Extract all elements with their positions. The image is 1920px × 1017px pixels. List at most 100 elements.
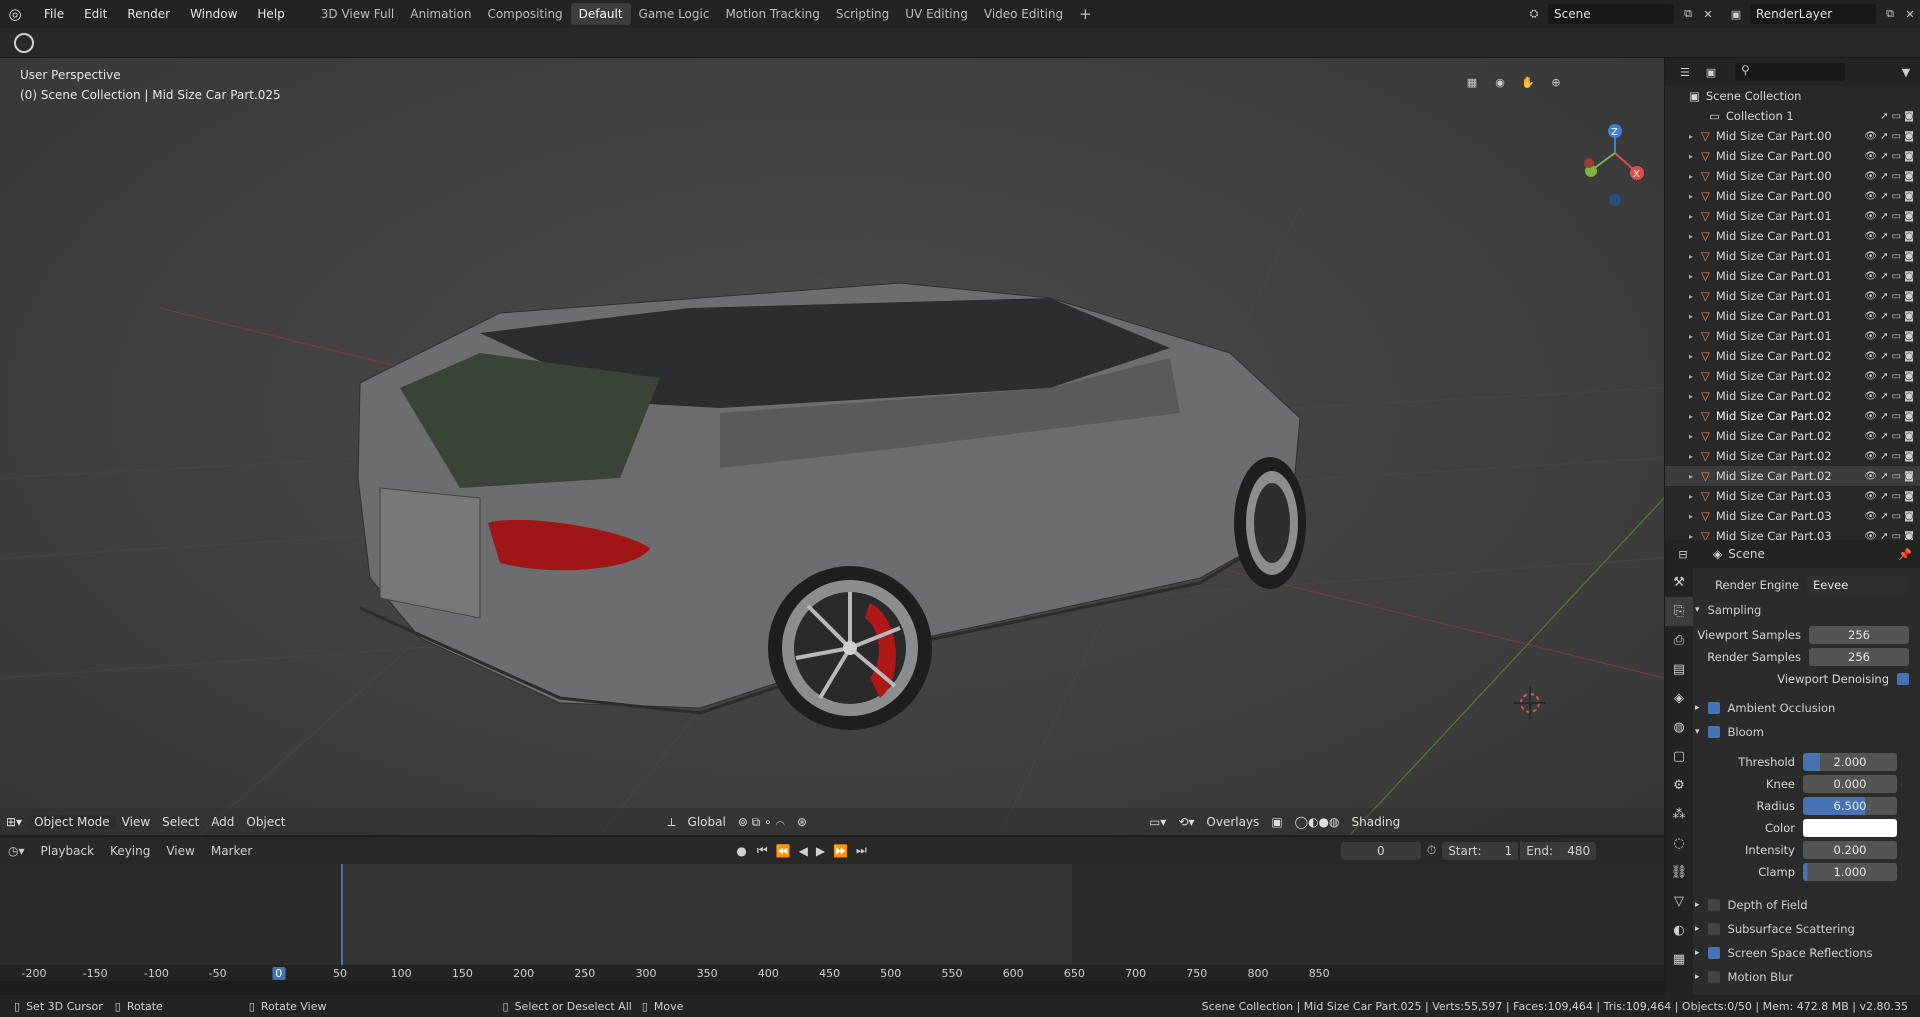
visibility-toggles-icon[interactable]: 👁 ➚ ▭ ◙	[1864, 131, 1920, 142]
menu-edit[interactable]: Edit	[74, 0, 117, 28]
outliner-item[interactable]: ▸ ▽ Mid Size Car Part.00 👁 ➚ ▭ ◙	[1665, 146, 1920, 166]
visibility-toggles-icon[interactable]: 👁 ➚ ▭ ◙	[1864, 491, 1920, 502]
outliner-item[interactable]: ▸ ▽ Mid Size Car Part.02 👁 ➚ ▭ ◙	[1665, 386, 1920, 406]
threshold-slider[interactable]: 2.000	[1803, 753, 1897, 771]
menu-object[interactable]: Object	[240, 815, 291, 829]
radius-slider[interactable]: 6.500	[1803, 797, 1897, 815]
renderlayer-close-icon[interactable]: ✕	[1900, 4, 1920, 24]
3d-viewport[interactable]: Z X User Perspective (0) Scene Collectio…	[0, 58, 1664, 835]
expand-arrow-icon[interactable]: ▸	[1689, 412, 1693, 421]
outliner-item[interactable]: ▸ ▽ Mid Size Car Part.01 👁 ➚ ▭ ◙	[1665, 226, 1920, 246]
mode-dropdown[interactable]: Object Mode	[28, 815, 116, 829]
timeline-editor-icon[interactable]: ◷▾	[0, 844, 33, 858]
outliner-item[interactable]: ▸ ▽ Mid Size Car Part.02 👁 ➚ ▭ ◙	[1665, 426, 1920, 446]
visibility-icon[interactable]: ▭▾	[1143, 815, 1172, 829]
data-tab-icon[interactable]: ▽	[1665, 887, 1693, 916]
expand-arrow-icon[interactable]: ▸	[1689, 232, 1693, 241]
scene-collection-row[interactable]: ▣ Scene Collection	[1665, 86, 1920, 106]
play-icon[interactable]: ▶	[812, 844, 829, 858]
render-tab-icon[interactable]: ⎘	[1665, 597, 1693, 626]
shading-dropdown[interactable]: Shading	[1346, 815, 1407, 829]
expand-arrow-icon[interactable]: ▸	[1689, 152, 1693, 161]
blender-logo-icon[interactable]: ◎	[0, 0, 30, 28]
playback-menu[interactable]: Playback	[33, 844, 103, 858]
constraints-tab-icon[interactable]: ⛓	[1665, 858, 1693, 887]
visibility-toggles-icon[interactable]: 👁 ➚ ▭ ◙	[1864, 531, 1920, 541]
jump-end-icon[interactable]: ⏭	[852, 843, 871, 858]
cursor-tool-icon[interactable]	[14, 33, 34, 53]
timeline-area[interactable]: -200 -150 -100 -50 0 50 100 150 200 250 300 350 400 4…	[0, 864, 1664, 981]
keying-menu[interactable]: Keying	[102, 844, 158, 858]
menu-select[interactable]: Select	[156, 815, 205, 829]
current-frame-field[interactable]: 0	[1340, 841, 1421, 860]
outliner-item[interactable]: ▸ ▽ Mid Size Car Part.00 👁 ➚ ▭ ◙	[1665, 126, 1920, 146]
visibility-toggles-icon[interactable]: 👁 ➚ ▭ ◙	[1864, 251, 1920, 262]
visibility-toggles-icon[interactable]: 👁 ➚ ▭ ◙	[1864, 291, 1920, 302]
scene-copy-icon[interactable]: ⧉	[1678, 4, 1698, 24]
expand-arrow-icon[interactable]: ▸	[1689, 472, 1693, 481]
expand-arrow-icon[interactable]: ▸	[1689, 452, 1693, 461]
tab-uv-editing[interactable]: UV Editing	[897, 3, 976, 25]
outliner-item[interactable]: ▸ ▽ Mid Size Car Part.03 👁 ➚ ▭ ◙	[1665, 486, 1920, 506]
outliner-item[interactable]: ▸ ▽ Mid Size Car Part.00 👁 ➚ ▭ ◙	[1665, 166, 1920, 186]
expand-arrow-icon[interactable]: ▸	[1689, 312, 1693, 321]
expand-arrow-icon[interactable]: ▸	[1689, 172, 1693, 181]
visibility-toggles-icon[interactable]: 👁 ➚ ▭ ◙	[1864, 351, 1920, 362]
visibility-toggles-icon[interactable]: 👁 ➚ ▭ ◙	[1864, 451, 1920, 462]
visibility-toggles-icon[interactable]: 👁 ➚ ▭ ◙	[1864, 151, 1920, 162]
render-engine-dropdown[interactable]: Eevee	[1807, 576, 1907, 594]
marker-menu[interactable]: Marker	[203, 844, 260, 858]
visibility-toggles-icon[interactable]: 👁 ➚ ▭ ◙	[1864, 171, 1920, 182]
depth-of-field-panel[interactable]: ▸ Depth of Field	[1695, 895, 1919, 915]
outliner-item[interactable]: ▸ ▽ Mid Size Car Part.01 👁 ➚ ▭ ◙	[1665, 326, 1920, 346]
ambient-occlusion-panel[interactable]: ▸ Ambient Occlusion	[1695, 698, 1919, 718]
outliner-item[interactable]: ▸ ▽ Mid Size Car Part.02 👁 ➚ ▭ ◙	[1665, 366, 1920, 386]
overlays-button[interactable]: Overlays	[1200, 815, 1265, 829]
playhead[interactable]	[341, 864, 343, 981]
visibility-toggles-icon[interactable]: 👁 ➚ ▭ ◙	[1864, 211, 1920, 222]
orientation-icon[interactable]: ⟂	[662, 815, 682, 830]
expand-arrow-icon[interactable]: ▸	[1689, 392, 1693, 401]
outliner-item[interactable]: ▸ ▽ Mid Size Car Part.00 👁 ➚ ▭ ◙	[1665, 186, 1920, 206]
outliner-item[interactable]: ▸ ▽ Mid Size Car Part.02 👁 ➚ ▭ ◙	[1665, 406, 1920, 426]
jump-start-icon[interactable]: ⏮	[753, 843, 772, 858]
ssr-panel[interactable]: ▸ Screen Space Reflections	[1695, 943, 1919, 963]
menu-view[interactable]: View	[116, 815, 156, 829]
outliner-item[interactable]: ▸ ▽ Mid Size Car Part.02 👁 ➚ ▭ ◙	[1665, 466, 1920, 486]
renderlayer-field[interactable]: RenderLayer	[1750, 4, 1876, 24]
expand-arrow-icon[interactable]: ▸	[1689, 372, 1693, 381]
visibility-toggles-icon[interactable]: 👁 ➚ ▭ ◙	[1864, 311, 1920, 322]
tab-3d-view-full[interactable]: 3D View Full	[313, 3, 403, 25]
ssr-checkbox[interactable]	[1707, 947, 1720, 959]
clamp-slider[interactable]: 1.000	[1803, 863, 1897, 881]
viewport-denoising-checkbox[interactable]	[1897, 673, 1909, 685]
expand-arrow-icon[interactable]: ▸	[1689, 492, 1693, 501]
prev-keyframe-icon[interactable]: ⏪	[772, 844, 795, 858]
scene-browse-icon[interactable]: ⛭	[1524, 4, 1544, 24]
menu-add[interactable]: Add	[205, 815, 240, 829]
pan-hand-icon[interactable]: ✋	[1518, 72, 1538, 92]
visibility-toggles-icon[interactable]: 👁 ➚ ▭ ◙	[1864, 411, 1920, 422]
collection-toggles[interactable]: ➚ ▭ ◙	[1880, 111, 1920, 122]
expand-arrow-icon[interactable]: ▸	[1689, 212, 1693, 221]
expand-arrow-icon[interactable]: ▸	[1689, 332, 1693, 341]
output-tab-icon[interactable]: ⎙	[1665, 626, 1693, 655]
visibility-toggles-icon[interactable]: 👁 ➚ ▭ ◙	[1864, 331, 1920, 342]
visibility-toggles-icon[interactable]: 👁 ➚ ▭ ◙	[1864, 231, 1920, 242]
menu-render[interactable]: Render	[117, 0, 180, 28]
scene-tab-icon[interactable]: ◈	[1665, 684, 1693, 713]
tab-video-editing[interactable]: Video Editing	[976, 3, 1071, 25]
visibility-toggles-icon[interactable]: 👁 ➚ ▭ ◙	[1864, 271, 1920, 282]
expand-arrow-icon[interactable]: ▸	[1689, 292, 1693, 301]
visibility-toggles-icon[interactable]: 👁 ➚ ▭ ◙	[1864, 391, 1920, 402]
subsurface-checkbox[interactable]	[1707, 923, 1720, 935]
expand-arrow-icon[interactable]: ▸	[1689, 352, 1693, 361]
outliner-item[interactable]: ▸ ▽ Mid Size Car Part.03 👁 ➚ ▭ ◙	[1665, 506, 1920, 526]
display-mode-icon[interactable]: ▣	[1701, 62, 1721, 82]
next-keyframe-icon[interactable]: ⏩	[829, 844, 852, 858]
visibility-toggles-icon[interactable]: 👁 ➚ ▭ ◙	[1864, 371, 1920, 382]
expand-arrow-icon[interactable]: ▸	[1689, 192, 1693, 201]
scene-field[interactable]: Scene	[1548, 4, 1674, 24]
editor-type-icon[interactable]: ⊞▾	[0, 815, 28, 829]
tool-tab-icon[interactable]: ⚒	[1665, 568, 1693, 597]
